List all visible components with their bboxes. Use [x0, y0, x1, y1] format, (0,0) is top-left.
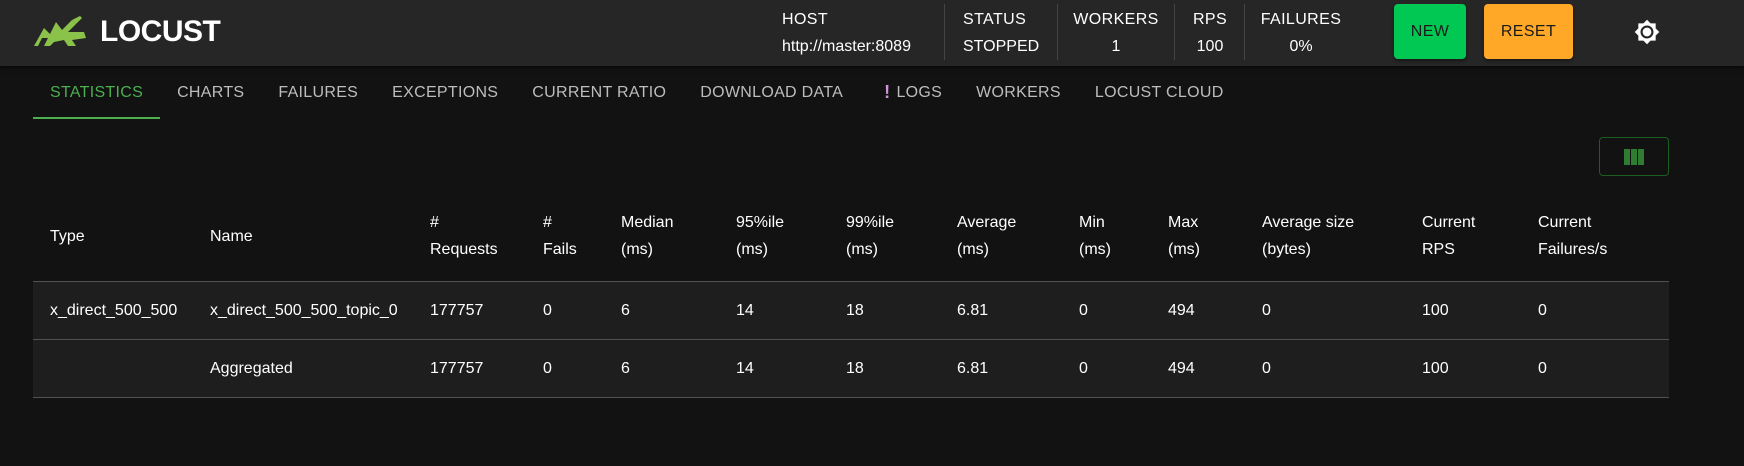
cell-current-failures: 0 — [1538, 360, 1547, 377]
tab-locust-cloud[interactable]: LOCUST CLOUD — [1078, 66, 1241, 119]
table-header: Type Name # Requests # Fails Median (ms) 95… — [33, 196, 1669, 282]
tab-label: CHARTS — [177, 83, 245, 101]
workers-value: 1 — [1111, 37, 1121, 55]
divider — [944, 4, 945, 60]
warning-icon: ! — [884, 82, 891, 102]
column-header-type[interactable]: Type — [50, 223, 85, 250]
locust-logo[interactable]: LOCUST — [32, 15, 221, 49]
column-header-average-size[interactable]: Average size (bytes) — [1262, 209, 1354, 263]
workers-stat: WORKERS 1 — [1073, 0, 1159, 66]
column-header-95ile[interactable]: 95%ile (ms) — [736, 209, 784, 263]
new-button[interactable]: NEW — [1394, 4, 1466, 59]
cell-average: 6.81 — [957, 302, 989, 319]
cell-95ile: 14 — [736, 302, 754, 319]
cell-min: 0 — [1079, 360, 1088, 377]
status-stat: STATUS STOPPED — [963, 0, 1039, 66]
tab-statistics[interactable]: STATISTICS — [33, 66, 161, 119]
column-header-current-rps[interactable]: Current RPS — [1422, 209, 1475, 263]
status-value: STOPPED — [963, 37, 1040, 55]
host-label: HOST — [782, 10, 829, 28]
tab-charts[interactable]: CHARTS — [160, 66, 261, 119]
tab-label: EXCEPTIONS — [392, 83, 499, 101]
tab-failures[interactable]: FAILURES — [261, 66, 375, 119]
cell-current-failures: 0 — [1538, 302, 1547, 319]
tab-label: LOCUST CLOUD — [1094, 83, 1224, 101]
cell-name: x_direct_500_500_topic_0 — [210, 302, 398, 319]
rps-value: 100 — [1196, 37, 1224, 55]
cell-99ile: 18 — [846, 360, 864, 377]
column-header-requests[interactable]: # Requests — [430, 209, 498, 263]
cell-current-rps: 100 — [1422, 302, 1449, 319]
column-header-average[interactable]: Average (ms) — [957, 209, 1016, 263]
failures-value: 0% — [1289, 37, 1313, 55]
divider — [1174, 4, 1175, 60]
cell-max: 494 — [1168, 360, 1195, 377]
tab-label: FAILURES — [278, 83, 359, 101]
tab-label: WORKERS — [976, 83, 1061, 101]
reset-button[interactable]: RESET — [1484, 4, 1573, 59]
workers-label: WORKERS — [1073, 10, 1159, 28]
cell-average-size: 0 — [1262, 360, 1271, 377]
rps-label: RPS — [1192, 10, 1228, 28]
cell-median: 6 — [621, 360, 630, 377]
tab-label: STATISTICS — [50, 83, 144, 101]
tab-label: DOWNLOAD DATA — [700, 83, 844, 101]
failures-label: FAILURES — [1260, 10, 1342, 28]
column-header-fails[interactable]: # Fails — [543, 209, 577, 263]
cell-requests: 177757 — [430, 302, 484, 319]
cell-fails: 0 — [543, 360, 552, 377]
column-header-99ile[interactable]: 99%ile (ms) — [846, 209, 894, 263]
column-header-name[interactable]: Name — [210, 223, 253, 250]
cell-average-size: 0 — [1262, 302, 1271, 319]
theme-toggle-button[interactable] — [1632, 17, 1662, 47]
cell-median: 6 — [621, 302, 630, 319]
brand-name: LOCUST — [100, 15, 221, 48]
column-header-max[interactable]: Max (ms) — [1168, 209, 1200, 263]
table-row: x_direct_500_500 x_direct_500_500_topic_… — [33, 282, 1669, 340]
view-columns-icon — [1624, 148, 1644, 165]
cell-95ile: 14 — [736, 360, 754, 377]
cell-type: x_direct_500_500 — [50, 302, 178, 319]
tab-download-data[interactable]: DOWNLOAD DATA — [683, 66, 860, 119]
column-header-min[interactable]: Min (ms) — [1079, 209, 1111, 263]
cell-requests: 177757 — [430, 360, 484, 377]
cell-min: 0 — [1079, 302, 1088, 319]
cell-fails: 0 — [543, 302, 552, 319]
cell-name: Aggregated — [210, 360, 293, 377]
tab-label: LOGS — [896, 83, 943, 101]
column-header-median[interactable]: Median (ms) — [621, 209, 673, 263]
column-header-current-failures[interactable]: Current Failures/s — [1538, 209, 1607, 263]
status-label: STATUS — [963, 10, 1027, 28]
tab-label: CURRENT RATIO — [532, 83, 667, 101]
tab-workers[interactable]: WORKERS — [959, 66, 1078, 119]
column-selector-button[interactable] — [1599, 137, 1669, 176]
cell-current-rps: 100 — [1422, 360, 1449, 377]
sun-icon — [1634, 19, 1660, 45]
tab-logs[interactable]: ! LOGS — [860, 66, 959, 119]
host-value: http://master:8089 — [782, 37, 911, 55]
top-bar: LOCUST HOST http://master:8089 STATUS ST… — [0, 0, 1744, 66]
cell-99ile: 18 — [846, 302, 864, 319]
cell-average: 6.81 — [957, 360, 989, 377]
host-stat: HOST http://master:8089 — [782, 0, 911, 66]
statistics-table: Type Name # Requests # Fails Median (ms) 95… — [33, 196, 1669, 398]
divider — [1244, 4, 1245, 60]
failures-stat: FAILURES 0% — [1260, 0, 1342, 66]
locust-logo-icon — [34, 16, 86, 46]
table-row-aggregated: Aggregated 177757 0 6 14 18 6.81 0 494 0… — [33, 340, 1669, 398]
tab-current-ratio[interactable]: CURRENT RATIO — [515, 66, 683, 119]
tab-bar: STATISTICS CHARTS FAILURES EXCEPTIONS CU… — [33, 66, 1241, 119]
rps-stat: RPS 100 — [1192, 0, 1228, 66]
tab-exceptions[interactable]: EXCEPTIONS — [375, 66, 515, 119]
cell-max: 494 — [1168, 302, 1195, 319]
divider — [1057, 4, 1058, 60]
